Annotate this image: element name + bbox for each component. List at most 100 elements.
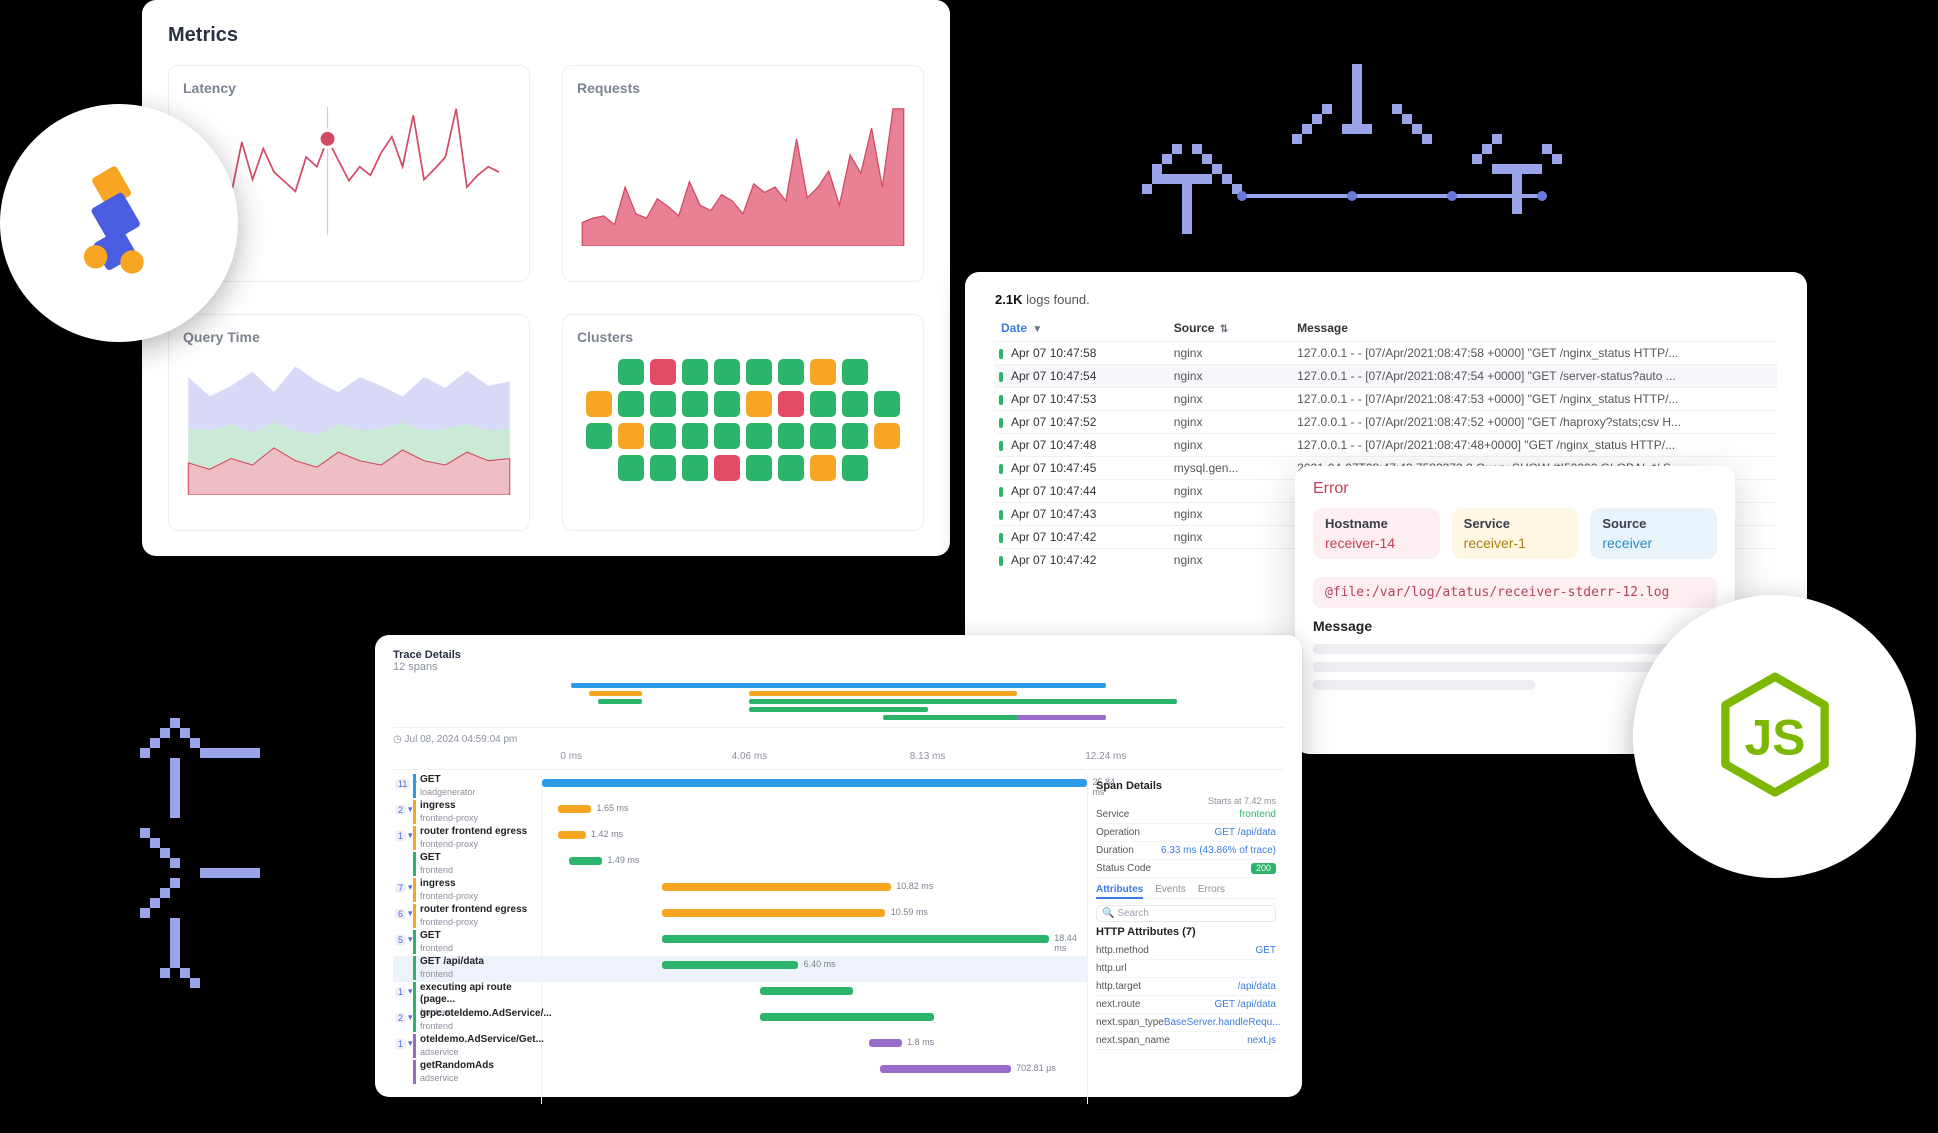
error-title: Error bbox=[1313, 480, 1717, 498]
chip-source[interactable]: Source receiver bbox=[1590, 508, 1717, 559]
cluster-cell[interactable] bbox=[746, 455, 772, 481]
cluster-cell[interactable] bbox=[714, 359, 740, 385]
querytime-title: Query Time bbox=[183, 329, 515, 345]
attr-row: next.routeGET /api/data bbox=[1096, 996, 1276, 1014]
decor-left-connectors bbox=[100, 708, 340, 1008]
nodejs-badge: JS bbox=[1633, 595, 1916, 878]
tab-attributes[interactable]: Attributes bbox=[1096, 884, 1143, 899]
metrics-title: Metrics bbox=[168, 24, 924, 47]
telescope-badge bbox=[0, 104, 238, 342]
span-row[interactable]: 7▾ingressfrontend-proxy bbox=[393, 878, 541, 904]
cluster-cell[interactable] bbox=[778, 455, 804, 481]
cluster-cell[interactable] bbox=[618, 455, 644, 481]
log-row[interactable]: Apr 07 10:47:58nginx127.0.0.1 - - [07/Ap… bbox=[995, 342, 1777, 365]
tab-events[interactable]: Events bbox=[1155, 884, 1186, 895]
trace-card: Trace Details 12 spans ◷ Jul 08, 2024 04… bbox=[375, 635, 1302, 1097]
cluster-cell[interactable] bbox=[650, 455, 676, 481]
cluster-cell[interactable] bbox=[682, 391, 708, 417]
col-message[interactable]: Message bbox=[1291, 315, 1777, 342]
sort-desc-icon: ▼ bbox=[1032, 324, 1042, 335]
clusters-title: Clusters bbox=[577, 329, 909, 345]
attr-row: http.url bbox=[1096, 960, 1276, 978]
log-row[interactable]: Apr 07 10:47:48nginx127.0.0.1 - - [07/Ap… bbox=[995, 434, 1777, 457]
cluster-cell[interactable] bbox=[586, 423, 612, 449]
cluster-cell[interactable] bbox=[842, 423, 868, 449]
cluster-cell[interactable] bbox=[650, 359, 676, 385]
latency-title: Latency bbox=[183, 80, 515, 96]
cluster-cell[interactable] bbox=[618, 359, 644, 385]
log-row[interactable]: Apr 07 10:47:53nginx127.0.0.1 - - [07/Ap… bbox=[995, 388, 1777, 411]
cluster-cell[interactable] bbox=[746, 359, 772, 385]
requests-chart bbox=[577, 96, 909, 246]
span-row[interactable]: 11▾GETloadgenerator bbox=[393, 774, 541, 800]
cluster-cell[interactable] bbox=[778, 359, 804, 385]
span-row[interactable]: 1▾oteldemo.AdService/Get...adservice bbox=[393, 1034, 541, 1060]
cluster-cell[interactable] bbox=[810, 359, 836, 385]
cluster-cell[interactable] bbox=[714, 423, 740, 449]
cluster-cell[interactable] bbox=[714, 455, 740, 481]
log-row[interactable]: Apr 07 10:47:52nginx127.0.0.1 - - [07/Ap… bbox=[995, 411, 1777, 434]
gantt-column: 25.84 ms1.65 ms1.42 ms1.49 ms10.82 ms10.… bbox=[542, 774, 1088, 1104]
log-row[interactable]: Apr 07 10:47:54nginx127.0.0.1 - - [07/Ap… bbox=[995, 365, 1777, 388]
requests-tile[interactable]: Requests bbox=[562, 65, 924, 282]
cluster-cell[interactable] bbox=[842, 455, 868, 481]
span-row[interactable]: GET /api/datafrontend bbox=[393, 956, 541, 982]
span-row[interactable]: 6▾router frontend egressfrontend-proxy bbox=[393, 904, 541, 930]
nodejs-icon: JS bbox=[1715, 672, 1835, 802]
cluster-cell[interactable] bbox=[810, 423, 836, 449]
cluster-cell[interactable] bbox=[618, 423, 644, 449]
span-row[interactable]: 1▾router frontend egressfrontend-proxy bbox=[393, 826, 541, 852]
cluster-cell[interactable] bbox=[874, 391, 900, 417]
cluster-cell[interactable] bbox=[810, 455, 836, 481]
error-message-label: Message bbox=[1313, 618, 1717, 634]
attr-search-input[interactable]: 🔍 Search bbox=[1096, 905, 1276, 922]
span-row[interactable]: 1▾executing api route (page...frontend bbox=[393, 982, 541, 1008]
cluster-cell[interactable] bbox=[586, 391, 612, 417]
cluster-cell[interactable] bbox=[682, 455, 708, 481]
cluster-cell[interactable] bbox=[778, 423, 804, 449]
detail-tabs: Attributes Events Errors bbox=[1096, 884, 1276, 899]
span-row[interactable]: 2▾grpc.oteldemo.AdService/...frontend bbox=[393, 1008, 541, 1034]
status-badge: 200 bbox=[1251, 863, 1276, 874]
cluster-cell[interactable] bbox=[714, 391, 740, 417]
span-row[interactable]: 5▾GETfrontend bbox=[393, 930, 541, 956]
requests-title: Requests bbox=[577, 80, 909, 96]
span-row[interactable]: 2▾ingressfrontend-proxy bbox=[393, 800, 541, 826]
chip-service[interactable]: Service receiver-1 bbox=[1452, 508, 1579, 559]
cluster-cell[interactable] bbox=[650, 423, 676, 449]
col-date[interactable]: Date ▼ bbox=[995, 315, 1168, 342]
cluster-cell[interactable] bbox=[746, 423, 772, 449]
trace-ruler: 0 ms 4.06 ms 8.13 ms 12.24 ms bbox=[393, 749, 1284, 770]
error-file-path: @file:/var/log/atatus/receiver-stderr-12… bbox=[1313, 577, 1717, 608]
chip-hostname[interactable]: Hostname receiver-14 bbox=[1313, 508, 1440, 559]
trace-overview bbox=[393, 679, 1284, 728]
span-row[interactable]: GETfrontend bbox=[393, 852, 541, 878]
cluster-cell[interactable] bbox=[778, 391, 804, 417]
span-name-column: 11▾GETloadgenerator2▾ingressfrontend-pro… bbox=[393, 774, 542, 1104]
trace-timestamp: Jul 08, 2024 04:59:04 pm bbox=[405, 734, 518, 745]
clusters-tile[interactable]: Clusters bbox=[562, 314, 924, 531]
col-source[interactable]: Source ⇅ bbox=[1168, 315, 1291, 342]
span-row[interactable]: getRandomAdsadservice bbox=[393, 1060, 541, 1086]
logs-found: 2.1K logs found. bbox=[995, 292, 1777, 307]
querytime-tile[interactable]: Query Time bbox=[168, 314, 530, 531]
cluster-cell[interactable] bbox=[682, 359, 708, 385]
metrics-card: Metrics Latency Requests Query Time bbox=[142, 0, 950, 556]
cluster-cell[interactable] bbox=[618, 391, 644, 417]
cluster-cell[interactable] bbox=[682, 423, 708, 449]
querytime-chart bbox=[183, 345, 515, 495]
svg-text:JS: JS bbox=[1744, 709, 1805, 765]
cluster-cell[interactable] bbox=[810, 391, 836, 417]
attr-row: http.target/api/data bbox=[1096, 978, 1276, 996]
cluster-cell[interactable] bbox=[842, 391, 868, 417]
attr-section-header: HTTP Attributes (7) bbox=[1096, 926, 1276, 938]
attr-row: http.methodGET bbox=[1096, 942, 1276, 960]
attr-row: next.span_namenext.js bbox=[1096, 1032, 1276, 1050]
cluster-cell[interactable] bbox=[842, 359, 868, 385]
attr-row: next.span_typeBaseServer.handleRequ... bbox=[1096, 1014, 1276, 1032]
sort-icon: ⇅ bbox=[1220, 324, 1228, 335]
cluster-cell[interactable] bbox=[874, 423, 900, 449]
cluster-cell[interactable] bbox=[746, 391, 772, 417]
cluster-cell[interactable] bbox=[650, 391, 676, 417]
tab-errors[interactable]: Errors bbox=[1198, 884, 1225, 895]
